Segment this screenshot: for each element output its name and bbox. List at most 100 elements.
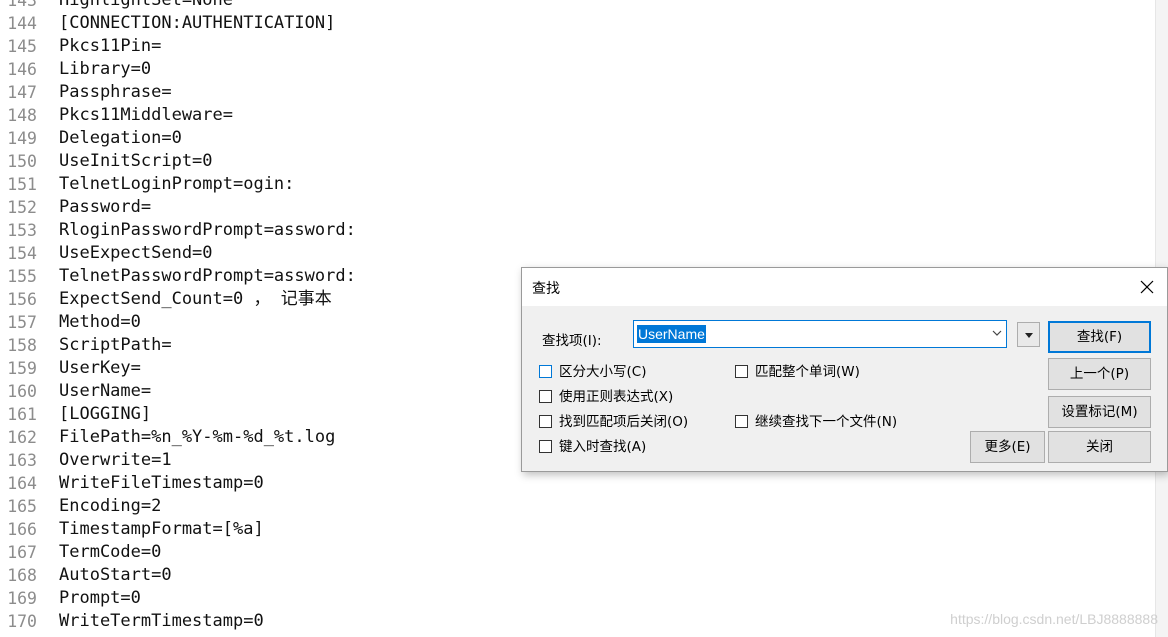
line-text: Method=0	[59, 312, 141, 332]
find-previous-button[interactable]: 上一个(P)	[1048, 358, 1151, 390]
match-case-label: 区分大小写(C)	[559, 364, 647, 380]
regex-label: 使用正则表达式(X)	[559, 389, 674, 405]
line-number: 150	[7, 152, 37, 171]
find-as-you-type-checkbox[interactable]	[539, 440, 552, 453]
line-number: 170	[7, 612, 37, 631]
line-number: 159	[7, 359, 37, 378]
line-text: Prompt=0	[59, 588, 141, 608]
code-line[interactable]: 168 AutoStart=0	[0, 564, 171, 587]
code-line[interactable]: 149 Delegation=0	[0, 127, 182, 150]
line-number: 157	[7, 313, 37, 332]
chevron-down-icon[interactable]	[992, 330, 1002, 337]
code-line[interactable]: 146 Library=0	[0, 58, 151, 81]
line-text: UserName=	[59, 381, 152, 401]
line-number: 166	[7, 520, 37, 539]
code-line[interactable]: 150 UseInitScript=0	[0, 150, 212, 173]
line-text: TelnetPasswordPrompt=assword:	[59, 266, 356, 286]
code-line[interactable]: 144 [CONNECTION:AUTHENTICATION]	[0, 12, 335, 35]
line-text: WriteTermTimestamp=0	[59, 611, 264, 631]
line-number: 145	[7, 37, 37, 56]
close-dialog-button[interactable]: 关闭	[1048, 431, 1151, 463]
line-number: 156	[7, 290, 37, 309]
line-text: ScriptPath=	[59, 335, 172, 355]
history-dropdown-button[interactable]	[1017, 322, 1040, 347]
line-text: TimestampFormat=[%a]	[59, 519, 264, 539]
editor-lines: 143 HighlightSet=None 144 [CONNECTION:AUTHE…	[0, 0, 356, 633]
close-after-match-checkbox[interactable]	[539, 415, 552, 428]
regex-checkbox[interactable]	[539, 390, 552, 403]
code-line[interactable]: 143 HighlightSet=None	[0, 0, 233, 12]
line-number: 146	[7, 60, 37, 79]
code-line[interactable]: 148 Pkcs11Middleware=	[0, 104, 233, 127]
whole-word-label: 匹配整个单词(W)	[755, 364, 860, 380]
line-text: UserKey=	[59, 358, 141, 378]
code-line[interactable]: 152 Password=	[0, 196, 151, 219]
line-number: 164	[7, 474, 37, 493]
search-input[interactable]: UserName	[633, 320, 1007, 348]
code-line[interactable]: 167 TermCode=0	[0, 541, 161, 564]
code-line[interactable]: 161 [LOGGING]	[0, 403, 151, 426]
close-after-match-label: 找到匹配项后关闭(O)	[559, 414, 689, 430]
code-line[interactable]: 155 TelnetPasswordPrompt=assword:	[0, 265, 356, 288]
close-icon	[1140, 280, 1154, 294]
code-line[interactable]: 154 UseExpectSend=0	[0, 242, 212, 265]
code-line[interactable]: 164 WriteFileTimestamp=0	[0, 472, 264, 495]
more-button[interactable]: 更多(E)	[970, 431, 1045, 463]
code-line[interactable]: 165 Encoding=2	[0, 495, 161, 518]
find-dialog: 查找 查找项(I): UserName 查找(F) 上一个(P) 设置标记(M)…	[521, 267, 1168, 472]
line-text: UseExpectSend=0	[59, 243, 213, 263]
dialog-titlebar[interactable]: 查找	[522, 268, 1167, 306]
watermark: https://blog.csdn.net/LBJ8888888	[950, 611, 1158, 627]
line-text: UseInitScript=0	[59, 151, 213, 171]
match-case-checkbox[interactable]	[539, 365, 552, 378]
code-line[interactable]: 170 WriteTermTimestamp=0	[0, 610, 264, 633]
line-text: TelnetLoginPrompt=ogin:	[59, 174, 295, 194]
line-number: 144	[7, 14, 37, 33]
code-line[interactable]: 160 UserName=	[0, 380, 151, 403]
close-button[interactable]	[1127, 268, 1167, 306]
find-button[interactable]: 查找(F)	[1048, 321, 1151, 353]
line-number: 169	[7, 589, 37, 608]
line-text: Library=0	[59, 59, 152, 79]
line-number: 154	[7, 244, 37, 263]
line-number: 153	[7, 221, 37, 240]
code-line[interactable]: 151 TelnetLoginPrompt=ogin:	[0, 173, 294, 196]
line-number: 162	[7, 428, 37, 447]
line-number: 151	[7, 175, 37, 194]
code-line[interactable]: 162 FilePath=%n_%Y-%m-%d_%t.log	[0, 426, 335, 449]
code-line[interactable]: 169 Prompt=0	[0, 587, 141, 610]
line-number: 161	[7, 405, 37, 424]
line-number: 168	[7, 566, 37, 585]
code-line[interactable]: 147 Passphrase=	[0, 81, 171, 104]
code-line[interactable]: 158 ScriptPath=	[0, 334, 171, 357]
line-number: 165	[7, 497, 37, 516]
code-line[interactable]: 157 Method=0	[0, 311, 141, 334]
line-number: 160	[7, 382, 37, 401]
line-number: 149	[7, 129, 37, 148]
set-marks-button[interactable]: 设置标记(M)	[1048, 396, 1151, 428]
line-number: 143	[7, 0, 37, 10]
whole-word-checkbox[interactable]	[735, 365, 748, 378]
line-text: RloginPasswordPrompt=assword:	[59, 220, 356, 240]
search-input-value: UserName	[637, 325, 706, 343]
continue-next-file-checkbox[interactable]	[735, 415, 748, 428]
code-line[interactable]: 163 Overwrite=1	[0, 449, 171, 472]
line-text: HighlightSet=None	[59, 0, 233, 10]
code-line[interactable]: 145 Pkcs11Pin=	[0, 35, 161, 58]
line-text: Pkcs11Middleware=	[59, 105, 233, 125]
line-number: 152	[7, 198, 37, 217]
line-text: Overwrite=1	[59, 450, 172, 470]
code-line[interactable]: 166 TimestampFormat=[%a]	[0, 518, 264, 541]
line-text: [LOGGING]	[59, 404, 152, 424]
line-number: 148	[7, 106, 37, 125]
find-what-label: 查找项(I):	[542, 333, 602, 349]
code-line[interactable]: 159 UserKey=	[0, 357, 141, 380]
line-text: AutoStart=0	[59, 565, 172, 585]
line-text: Pkcs11Pin=	[59, 36, 162, 56]
code-line[interactable]: 153 RloginPasswordPrompt=assword:	[0, 219, 356, 242]
line-text: Encoding=2	[59, 496, 162, 516]
code-line[interactable]: 156 ExpectSend_Count=0 ， 记事本	[0, 288, 332, 311]
continue-next-file-label: 继续查找下一个文件(N)	[755, 414, 898, 430]
dialog-title: 查找	[532, 281, 560, 297]
line-number: 158	[7, 336, 37, 355]
